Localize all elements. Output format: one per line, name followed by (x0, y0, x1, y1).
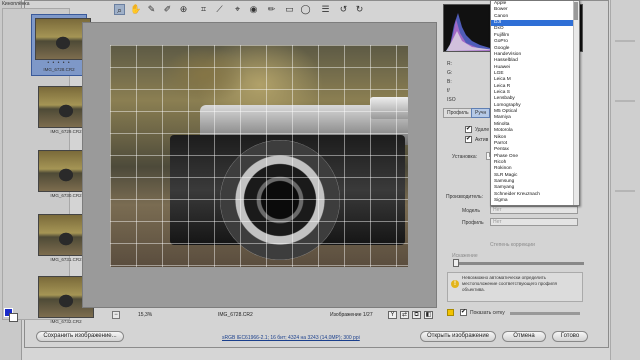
workflow-options-link[interactable]: sRGB IEC61966-2.1; 16 бит; 4324 на 3243 … (222, 335, 360, 341)
hand-icon[interactable]: ✋ (130, 4, 141, 15)
filmstrip-title: Киноплёнка (2, 1, 30, 7)
open-image-button[interactable]: Открыть изображение (420, 331, 496, 342)
background-window (610, 0, 640, 360)
remove-ca-checkbox[interactable]: ✔ (465, 126, 472, 133)
zoom-icon[interactable]: ⌕ (114, 4, 125, 15)
radial-filter-icon[interactable]: ◯ (300, 4, 311, 15)
preferences-icon[interactable]: ☰ (320, 4, 331, 15)
red-eye-icon[interactable]: ◉ (248, 4, 259, 15)
maker-label: Производитель: (446, 194, 483, 200)
dropdown-scroll-thumb[interactable] (574, 2, 578, 20)
correction-amount-title: Степень коррекции (490, 242, 535, 248)
compare-y-button[interactable]: Y (388, 311, 397, 319)
color-sampler-icon[interactable]: ✐ (162, 4, 173, 15)
dropdown-scrollbar[interactable] (573, 1, 579, 205)
toggle-preview-icon[interactable]: ◧ (424, 311, 433, 319)
thumb-filename: IMG_6732.CR2 (50, 319, 82, 324)
show-grid-label: Показать сетку (470, 310, 505, 316)
lens-maker-dropdown[interactable]: Apple Bower Canon DJI DxO Fujifilm GoPro Google… (490, 0, 580, 206)
spot-removal-icon[interactable]: ⌖ (232, 4, 243, 15)
swap-icon[interactable]: ⇄ (400, 311, 409, 319)
profile-label: Профиль (462, 220, 484, 226)
rating-stars[interactable]: • • • • • (35, 60, 83, 66)
save-image-button[interactable]: Сохранить изображение... (36, 331, 124, 342)
tool-bar: ⌕ ✋ ✎ ✐ ⊕ ⌗ ⟋ ⌖ ◉ ✏ ▭ ◯ ☰ ↺ ↻ (74, 3, 454, 18)
info-message: Невозможно автоматически определить мест… (462, 275, 557, 292)
enable-profile-checkbox[interactable]: ✔ (465, 136, 472, 143)
dropdown-option[interactable]: Sony (491, 205, 579, 206)
graduated-filter-icon[interactable]: ▭ (284, 4, 295, 15)
remove-ca-label: Удале (475, 127, 490, 133)
target-adjust-icon[interactable]: ⊕ (178, 4, 189, 15)
crop-icon[interactable]: ⌗ (198, 4, 209, 15)
background-color-swatch[interactable] (9, 313, 18, 322)
thumb-filename: IMG_6728.CR2 (43, 67, 75, 72)
image-counter: Изображение 1/27 (330, 312, 373, 318)
warning-icon: ! (451, 280, 459, 288)
adjustment-brush-icon[interactable]: ✏ (266, 4, 277, 15)
model-label: Модель (462, 208, 480, 214)
tab-manual[interactable]: Ручн (471, 108, 491, 118)
enable-profile-label: Актив (475, 137, 489, 143)
current-filename: IMG_6728.CR2 (218, 312, 253, 318)
cancel-button[interactable]: Отмена (502, 331, 546, 342)
preview-image[interactable] (110, 45, 408, 267)
film-thumb-selected[interactable]: • • • • • IMG_6728.CR2 (31, 14, 91, 76)
straighten-icon[interactable]: ⟋ (214, 4, 225, 15)
distortion-slider-track[interactable] (456, 262, 584, 265)
rotate-right-icon[interactable]: ↻ (354, 4, 365, 15)
grid-overlay (110, 45, 408, 267)
profile-select[interactable]: Нет (490, 218, 578, 226)
rotate-left-icon[interactable]: ↺ (338, 4, 349, 15)
grid-size-slider[interactable] (510, 312, 580, 315)
model-select[interactable]: Нет (490, 206, 578, 214)
distortion-slider-handle[interactable] (453, 259, 459, 267)
setup-label: Установка: (452, 154, 478, 160)
tab-profile[interactable]: Профиль (443, 108, 473, 118)
zoom-out-button[interactable]: − (112, 311, 120, 319)
white-balance-icon[interactable]: ✎ (146, 4, 157, 15)
show-grid-checkbox[interactable]: ✔ (460, 309, 467, 316)
lock-icon[interactable] (447, 309, 454, 316)
done-button[interactable]: Готово (552, 331, 588, 342)
zoom-level[interactable]: 15,3% (138, 312, 152, 318)
histogram-readout: R: G: B: f/ ISO (447, 61, 456, 103)
copy-settings-icon[interactable]: ⧉ (412, 311, 421, 319)
